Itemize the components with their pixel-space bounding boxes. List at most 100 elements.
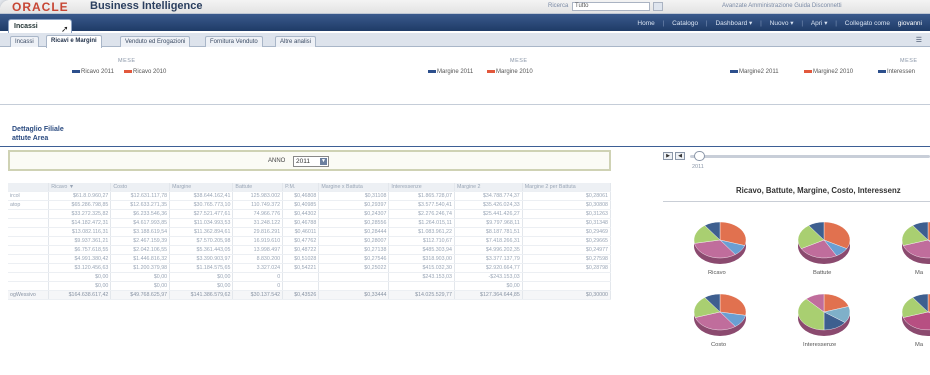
tab-fornitura-venduto[interactable]: Fornitura Venduto [205, 36, 263, 47]
pie-chart[interactable] [796, 290, 852, 340]
legend-item: Interessen [878, 69, 915, 75]
nav-open-menu[interactable]: Apri ▾ [811, 20, 828, 27]
oracle-logo: ORACLE [12, 0, 69, 14]
table-cell: $0,00 [169, 272, 234, 282]
nav-catalog[interactable]: Catalogo [672, 20, 698, 27]
tab-venduto-ed-erogazioni[interactable]: Venduto ed Erogazioni [120, 36, 191, 47]
table-cell: $112.710,67 [388, 236, 455, 246]
nav-dashboard-menu[interactable]: Dashboard ▾ [715, 20, 752, 27]
table-cell [388, 281, 455, 291]
table-cell: $9.797.968,11 [454, 218, 523, 228]
nav-home[interactable]: Home [637, 20, 654, 27]
table-cell: $27.521.477,61 [169, 209, 234, 219]
bi-window: ORACLE Business Intelligence Ricerca Tut… [0, 0, 930, 375]
column-header[interactable]: Costo [110, 183, 171, 192]
chart-legends-strip: MESE Ricavo 2011 Ricavo 2010 MESE Margin… [0, 48, 930, 92]
total-cell: $30.137.542 [232, 290, 284, 300]
table-cell: $0,46808 [282, 191, 320, 201]
tab-incassi[interactable]: Incassi [10, 36, 39, 47]
tab-altre-analisi[interactable]: Altre analisi [275, 36, 317, 47]
table-cell: 0 [232, 281, 284, 291]
nav-new-menu[interactable]: Nuovo ▾ [770, 20, 794, 27]
table-cell: $1.264.015,11 [388, 218, 455, 228]
table-cell: $2.042.106,55 [110, 245, 171, 255]
table-cell: $61.8.0.960,27 [48, 191, 112, 201]
table-cell: $0,31108 [318, 191, 390, 201]
column-header[interactable]: P.M. [282, 183, 320, 192]
table-cell: $0,31348 [522, 218, 612, 228]
total-cell: $14.025.529,77 [388, 290, 455, 300]
table-row: ircol $61.8.0.960,27 $12.631.117,78 $38.644… [8, 191, 612, 201]
column-header[interactable] [8, 183, 50, 192]
table-cell: $0,28061 [522, 191, 612, 201]
column-header[interactable]: Margine x Battuta [318, 183, 390, 192]
play-icon[interactable]: ▶ [663, 152, 673, 160]
pie-chart[interactable] [692, 290, 748, 340]
slider-tick-label: 2011 [692, 164, 704, 170]
chevron-down-icon[interactable]: ▼ [320, 158, 327, 165]
table-cell: $0,44302 [282, 209, 320, 219]
global-nav: Home | Catalogo | Dashboard ▾ | Nuovo ▾ … [637, 20, 922, 27]
table-cell: $0,00 [110, 281, 171, 291]
step-back-icon[interactable]: ◀ [675, 152, 685, 160]
table-cell: -$243.153,03 [454, 272, 523, 282]
legend-item: Margine 2011 [428, 69, 473, 75]
table-cell: $0,24977 [522, 245, 612, 255]
page-options-icon[interactable]: ☰ [916, 36, 922, 44]
table-cell: $0,28444 [318, 227, 390, 237]
table-cell: $7.418.266,31 [454, 236, 523, 246]
product-title: Business Intelligence [90, 0, 203, 12]
pie-chart[interactable] [900, 218, 930, 268]
total-cell: $49.768.625,97 [110, 290, 171, 300]
table-cell: 8.830.200 [232, 254, 284, 264]
table-cell: $0,31263 [522, 209, 612, 219]
table-cell: $0,27138 [318, 245, 390, 255]
table-row: $33.272.325,82 $6.233.546,36 $27.521.477,6… [8, 209, 612, 219]
column-header[interactable]: Ricavo ▼ [48, 183, 112, 192]
legend-item: Margine2 2010 [804, 69, 853, 75]
header-links[interactable]: Avanzate Amministrazione Guida Disconnet… [722, 3, 842, 9]
table-cell: $8.187.781,51 [454, 227, 523, 237]
column-header[interactable]: Margine 2 [454, 183, 523, 192]
table-cell: $4.617.993,85 [110, 218, 171, 228]
table-cell: $12.631.117,78 [110, 191, 171, 201]
year-select[interactable]: 2011 ▼ [293, 156, 329, 167]
search-go-button[interactable] [653, 2, 663, 11]
table-cell: $0,29665 [522, 236, 612, 246]
table-cell [8, 245, 50, 255]
table-row: $9.937.361,21 $2.467.159,39 $7.570.205,98 1… [8, 236, 612, 246]
table-cell: $0,47762 [282, 236, 320, 246]
column-header[interactable]: Margine [169, 183, 234, 192]
table-cell: $2.276.246,74 [388, 209, 455, 219]
global-header: ORACLE Business Intelligence Ricerca Tut… [0, 0, 930, 14]
table-cell: $11.034.993,53 [169, 218, 234, 228]
table-cell: $11.362.894,61 [169, 227, 234, 237]
pie-chart[interactable] [796, 218, 852, 268]
legend-item: Margine2 2011 [730, 69, 779, 75]
column-header[interactable]: Margine 2 per Battuta [522, 183, 612, 192]
year-slider-track[interactable] [690, 155, 930, 158]
table-cell: $0,51028 [282, 254, 320, 264]
pie-label: Interessenze [803, 342, 837, 348]
pie-chart[interactable] [900, 290, 930, 340]
tab-ricavi-e-margini[interactable]: Ricavi e Margini [46, 35, 102, 48]
table-row: $6.757.618,55 $2.042.106,55 $5.361.443,05 1… [8, 245, 612, 255]
pie-label: Ricavo [708, 270, 726, 276]
axis-label-mese: MESE [510, 58, 528, 64]
column-header[interactable]: Interessenze [388, 183, 455, 192]
table-cell: $2.920.664,77 [454, 263, 523, 273]
column-header[interactable]: Battute [232, 183, 284, 192]
table-cell [8, 227, 50, 237]
table-cell [8, 281, 50, 291]
year-slider-thumb[interactable] [694, 151, 705, 161]
pie-label: Ma [915, 270, 924, 276]
pie-chart[interactable] [692, 218, 748, 268]
legend-item: Ricavo 2010 [124, 69, 166, 75]
table-cell [8, 218, 50, 228]
table-cell [8, 272, 50, 282]
search-scope-select[interactable]: Tutto [572, 2, 650, 11]
user-menu[interactable]: giovanni [898, 20, 922, 27]
table-cell: $0,00 [110, 272, 171, 282]
table-cell: $3.577.540,41 [388, 200, 455, 210]
section-title-line2: attute Area [12, 135, 49, 142]
